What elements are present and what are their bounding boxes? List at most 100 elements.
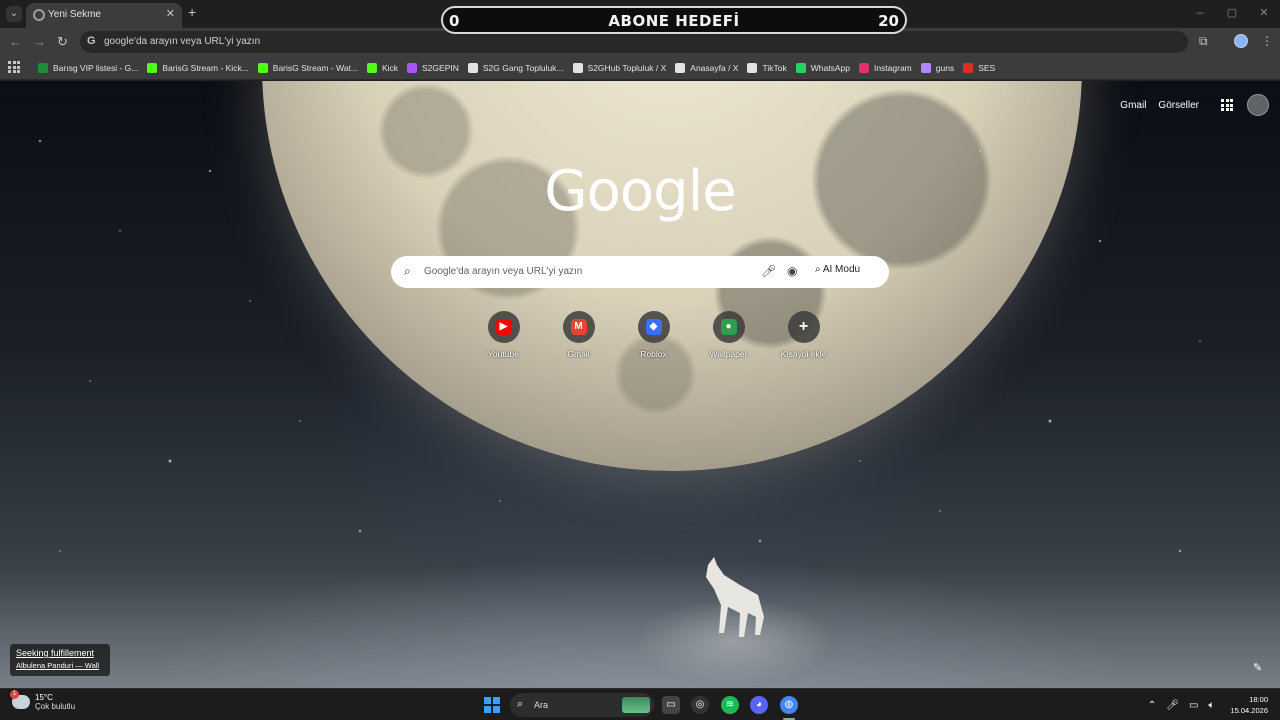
gmail-icon: M — [570, 319, 587, 335]
clock-time: 18:00 — [1249, 695, 1268, 704]
microphone-icon[interactable]: 🎤︎ — [1166, 700, 1179, 711]
microphone-icon[interactable]: 🎤︎ — [761, 264, 776, 278]
subscriber-goal-overlay: 0 ABONE HEDEFİ 20 — [441, 6, 907, 34]
weather-widget[interactable]: 1 15°C Çok bulutlu — [10, 690, 76, 711]
shortcut-icon-circle: ● — [712, 311, 745, 343]
volume-icon[interactable]: 🔈︎ — [1208, 700, 1214, 711]
profile-avatar[interactable] — [1234, 34, 1248, 48]
windows-start-icon[interactable] — [484, 697, 500, 713]
bookmark-label: Barısg VIP listesi - G... — [53, 63, 139, 73]
google-apps-icon[interactable] — [1221, 99, 1233, 111]
menu-kebab-icon[interactable]: ⋮ — [1261, 34, 1273, 48]
chevron-up-icon[interactable]: ⌃ — [1148, 700, 1156, 711]
display-icon[interactable]: ▭ — [1189, 700, 1198, 711]
images-link[interactable]: Görseller — [1158, 100, 1199, 111]
steam-icon[interactable]: ◎ — [691, 696, 709, 714]
minimize-button[interactable]: – — [1184, 0, 1216, 28]
search-icon: ⌕ — [404, 264, 411, 278]
bookmark-label: Instagram — [873, 63, 912, 73]
gmail-link[interactable]: Gmail — [1120, 100, 1146, 111]
shortcut-icon-circle: M — [562, 311, 595, 343]
new-tab-page: Gmail Görseller Google ⌕ Google'da arayı… — [0, 81, 1280, 688]
system-tray: ⌃ 🎤︎ ▭ 🔈︎ 18:00 15.04.2026 — [1148, 693, 1268, 717]
media-toast[interactable]: Seeking fulfillement Albulena Panduri — … — [10, 644, 110, 676]
bookmark-item[interactable]: BarisG Stream - Wat... — [257, 56, 367, 80]
bookmark-label: BarisG Stream - Kick... — [162, 63, 249, 73]
customize-pencil-icon[interactable]: ✎ — [1253, 661, 1262, 674]
search-box[interactable]: ⌕ Google'da arayın veya URL'yi yazın 🎤︎ … — [391, 256, 889, 288]
omnibox[interactable]: G google'da arayın veya URL'yi yazın — [80, 31, 1188, 53]
ai-mode-button[interactable]: ⌕ AI Modu — [815, 264, 860, 275]
bookmark-label: SES — [978, 63, 996, 73]
bookmark-label: BarisG Stream - Wat... — [272, 63, 358, 73]
bookmark-item[interactable]: WhatsApp — [795, 56, 859, 80]
bookmark-item[interactable]: Instagram — [858, 56, 921, 80]
shortcut-label: Wallpaper — [709, 349, 748, 359]
back-arrow-icon[interactable]: ← — [9, 34, 22, 49]
kick-icon — [147, 63, 158, 73]
instagram-icon — [858, 63, 869, 73]
tab-search-icon[interactable]: ⌄ — [6, 6, 22, 22]
weather-description: Çok bulutlu — [35, 702, 76, 711]
account-avatar[interactable] — [1247, 94, 1269, 116]
bookmark-item[interactable]: Anasayfa / X — [675, 56, 747, 80]
omnibox-placeholder[interactable]: google'da arayın veya URL'yi yazın — [104, 36, 260, 47]
ses-icon — [963, 63, 974, 73]
bookmark-label: S2GHub Topluluk / X — [587, 63, 667, 73]
new-tab-plus-icon[interactable]: + — [188, 4, 196, 20]
search-placeholder[interactable]: Google'da arayın veya URL'yi yazın — [424, 266, 582, 277]
bookmark-item[interactable]: guns — [920, 56, 963, 80]
shortcut-label: Roblox — [640, 349, 667, 359]
apps-grid-icon[interactable] — [8, 61, 20, 73]
bookmarks-bar: Barısg VIP listesi - G... BarisG Stream -… — [0, 56, 1280, 80]
weather-temperature: 15°C — [35, 693, 53, 702]
forward-arrow-icon[interactable]: → — [33, 34, 46, 49]
media-artist[interactable]: Albulena Panduri — Wall — [16, 661, 104, 670]
reload-icon[interactable]: ↻ — [57, 34, 68, 50]
youtube-icon: ▶ — [495, 319, 512, 335]
shortcut-tiles: ▶ Youtube M Gmail ◆ Roblox ● Wallpaper + Kısayol … — [466, 311, 841, 359]
bookmark-item[interactable]: BarisG Stream - Kick... — [147, 56, 257, 80]
maximize-button[interactable]: ▢ — [1216, 0, 1248, 28]
close-window-button[interactable]: ✕ — [1248, 0, 1280, 28]
bookmark-item[interactable]: SES — [963, 56, 1004, 80]
top-links: Gmail Görseller — [1120, 94, 1280, 116]
bookmark-item[interactable]: S2GEPIN — [407, 56, 468, 80]
shortcut-tile[interactable]: ◆ Roblox — [616, 311, 691, 359]
search-icon: ⌕ — [517, 698, 524, 710]
bookmark-list: Barısg VIP listesi - G... BarisG Stream -… — [38, 56, 1004, 80]
taskbar-search[interactable]: ⌕ Ara — [510, 693, 654, 717]
taskbar-search-label: Ara — [534, 700, 549, 710]
x-icon — [572, 63, 583, 73]
shortcut-tile[interactable]: ▶ Youtube — [466, 311, 541, 359]
shortcut-icon-circle: ▶ — [487, 311, 520, 343]
shortcut-label: Youtube — [488, 349, 519, 359]
shortcut-label: Kısayol ekle — [780, 349, 827, 359]
bookmark-item[interactable]: TikTok — [747, 56, 795, 80]
s2g-icon — [407, 63, 418, 73]
close-icon[interactable]: ✕ — [166, 7, 175, 20]
kick-icon — [257, 63, 268, 73]
bookmark-item[interactable]: Barısg VIP listesi - G... — [38, 56, 147, 80]
shortcut-tile[interactable]: M Gmail — [541, 311, 616, 359]
spotify-icon[interactable]: ≋ — [721, 696, 739, 714]
tiktok-icon — [747, 63, 758, 73]
chrome-icon[interactable]: ◍ — [780, 696, 798, 714]
shortcut-label: Gmail — [567, 349, 590, 359]
discord-icon[interactable]: ◕ — [750, 696, 768, 714]
bookmark-item[interactable]: Kick — [366, 56, 407, 80]
clock[interactable]: 18:00 15.04.2026 — [1230, 694, 1268, 716]
shortcut-tile[interactable]: ● Wallpaper — [691, 311, 766, 359]
tab-title: Yeni Sekme — [48, 9, 101, 20]
shortcut-tile[interactable]: + Kısayol ekle — [766, 311, 841, 359]
media-title[interactable]: Seeking fulfillement — [16, 648, 104, 658]
bookmark-item[interactable]: S2G Gang Topluluk... — [467, 56, 573, 80]
plus-icon: + — [798, 318, 809, 335]
bookmark-item[interactable]: S2GHub Topluluk / X — [572, 56, 676, 80]
google-lens-icon[interactable]: ◉ — [787, 264, 797, 278]
windows-taskbar: 1 15°C Çok bulutlu ⌕ Ara ▭ ◎ ≋ ◕ ◍ ⌃ 🎤︎ … — [0, 688, 1280, 720]
extensions-puzzle-icon[interactable]: ⧉ — [1199, 34, 1208, 49]
tab-new-tab[interactable]: Yeni Sekme ✕ — [26, 3, 182, 28]
kick-icon — [366, 63, 377, 73]
task-view-icon[interactable]: ▭ — [662, 696, 680, 714]
